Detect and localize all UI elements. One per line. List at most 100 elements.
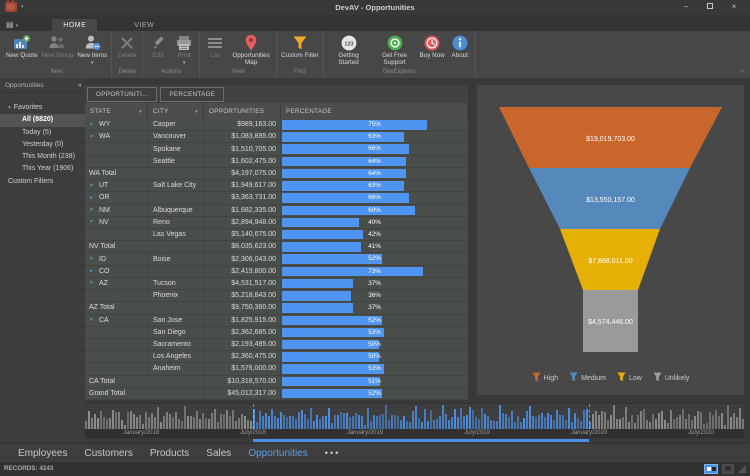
table-row[interactable]: ▾AZTucson$4,531,517.0037%	[85, 278, 468, 290]
spark-bar	[271, 409, 273, 429]
table-row[interactable]: Sacramento$2,193,495.0050%	[85, 339, 468, 351]
table-row[interactable]: Anaheim$1,576,000.0053%	[85, 363, 468, 375]
city-cell: Los Angeles	[148, 351, 204, 362]
chevron-down-icon[interactable]: ▾	[90, 280, 96, 286]
sidebar-item-this-year-1906[interactable]: This Year (1906)	[0, 163, 85, 175]
chevron-down-icon[interactable]: ▾	[90, 183, 96, 189]
getting-started-button[interactable]: 123Getting Started	[326, 31, 372, 67]
ribbon-button-label: New Group	[42, 52, 74, 59]
column-header-state[interactable]: STATE ▼	[85, 103, 148, 119]
spark-bar	[187, 416, 189, 429]
legend-item-low[interactable]: Low	[617, 372, 642, 384]
chevron-right-icon[interactable]: ▸	[90, 268, 96, 274]
ribbon-collapse-icon[interactable]: ^	[741, 70, 744, 76]
ribbon-tab-home[interactable]: HOME	[52, 19, 97, 31]
timeline-range-thumb[interactable]	[253, 439, 589, 442]
chevron-down-icon[interactable]: ▾	[90, 122, 96, 128]
column-header-percentage[interactable]: PERCENTAGE	[281, 103, 468, 119]
nav-item-products[interactable]: Products	[150, 448, 189, 459]
sidebar-item-custom-filters[interactable]: Custom Filters	[0, 176, 85, 188]
table-row[interactable]: ▾WAVancouver$1,083,895.0063%	[85, 131, 468, 143]
sidebar-item-yesterday-0[interactable]: Yesterday (0)	[0, 139, 85, 151]
table-row[interactable]: ▾UTSalt Lake City$1,949,617.0063%	[85, 180, 468, 192]
application-menu-button[interactable]: ▤ ▾	[6, 20, 18, 29]
tab-percentage[interactable]: PERCENTAGE	[160, 87, 224, 102]
legend-item-high[interactable]: High	[532, 372, 558, 384]
city-cell: Sacramento	[148, 339, 204, 350]
table-row[interactable]: ▾CASan Jose$1,825,915.0052%	[85, 315, 468, 327]
table-total-row[interactable]: AZ Total$9,750,360.0037%	[85, 302, 468, 314]
nav-item-employees[interactable]: Employees	[18, 448, 67, 459]
spark-bar	[154, 417, 156, 429]
table-row[interactable]: ▾IDBoise$2,306,043.0052%	[85, 253, 468, 265]
filter-icon[interactable]: ▼	[138, 109, 143, 114]
about-button[interactable]: About	[447, 31, 473, 59]
table-row[interactable]: Phoenix$5,218,843.0036%	[85, 290, 468, 302]
nav-item-sales[interactable]: Sales	[206, 448, 231, 459]
chevron-down-icon[interactable]: ▾	[90, 256, 96, 262]
sidebar-item-this-month-238[interactable]: This Month (238)	[0, 151, 85, 163]
chevron-down-icon[interactable]: ▾	[90, 317, 96, 323]
table-row[interactable]: Spokane$1,510,705.0066%	[85, 143, 468, 155]
sidebar-item-all-8820[interactable]: All (8820)	[0, 114, 85, 126]
get-free-support-button[interactable]: Get Free Support	[372, 31, 418, 67]
resize-grip[interactable]	[738, 465, 746, 473]
opportunities-map-button[interactable]: Opportunities Map	[228, 31, 274, 67]
buy-now-button[interactable]: Buy Now	[418, 31, 447, 59]
table-row[interactable]: San Diego$2,362,685.0053%	[85, 327, 468, 339]
chevron-down-icon[interactable]: ▾	[90, 207, 96, 213]
close-button[interactable]: ×	[722, 0, 746, 15]
legend-item-unlikely[interactable]: Unlikely	[653, 372, 690, 384]
tab-opportunities[interactable]: OPPORTUNITI...	[87, 87, 157, 102]
column-header-city[interactable]: CITY ▼	[148, 103, 204, 119]
table-total-row[interactable]: NV Total$8,035,623.0041%	[85, 241, 468, 253]
sidebar-item-favorites[interactable]: ▾Favorites	[0, 102, 85, 114]
nav-item-customers[interactable]: Customers	[84, 448, 132, 459]
filter-icon[interactable]: ▼	[194, 109, 199, 114]
table-row[interactable]: ▸CO$2,419,800.0073%	[85, 266, 468, 278]
spark-bar	[394, 415, 396, 429]
nav-item-opportunities[interactable]: Opportunities	[248, 448, 307, 459]
sidebar-item-today-5[interactable]: Today (5)	[0, 127, 85, 139]
layout-toggle-icon[interactable]	[722, 464, 734, 474]
legend-item-medium[interactable]: Medium	[569, 372, 606, 384]
table-total-row[interactable]: CA Total$10,318,570.0051%	[85, 376, 468, 388]
spark-bar	[538, 415, 540, 429]
timeline-sparkline[interactable]	[85, 404, 744, 429]
new-items-button[interactable]: New Items▾	[75, 31, 109, 66]
table-row[interactable]: ▸OR$3,363,731.0066%	[85, 192, 468, 204]
collapse-panel-icon[interactable]: ◂	[77, 78, 81, 93]
timeline-label: January/2018	[123, 430, 159, 436]
table-row[interactable]: ▾WYCasper$989,163.0075%	[85, 119, 468, 131]
funnel-icon	[532, 372, 541, 384]
maximize-button[interactable]	[698, 0, 722, 15]
spark-bar	[184, 406, 186, 429]
table-row[interactable]: ▾NMAlbuquerque$1,682,335.0069%	[85, 205, 468, 217]
ribbon-tab-view[interactable]: VIEW	[123, 19, 165, 31]
spark-bar	[376, 416, 378, 429]
table-total-row[interactable]: Grand Total$45,012,317.0052%	[85, 388, 468, 400]
table-total-row[interactable]: WA Total$4,197,075.0064%	[85, 168, 468, 180]
selection-handle[interactable]	[253, 404, 254, 429]
print-button: Print▾	[171, 31, 197, 66]
new-quote-button[interactable]: New Quote	[4, 31, 40, 59]
chevron-down-icon[interactable]: ▾	[90, 134, 96, 140]
table-row[interactable]: Seattle$1,602,475.0064%	[85, 156, 468, 168]
spark-bar	[235, 421, 237, 429]
table-row[interactable]: Los Angeles$2,360,475.0050%	[85, 351, 468, 363]
table-row[interactable]: Las Vegas$5,140,675.0042%	[85, 229, 468, 241]
nav-more-button[interactable]: •••	[325, 448, 340, 458]
favorites-tree: ▾FavoritesAll (8820)Today (5)Yesterday (…	[0, 93, 85, 188]
custom-filter-button[interactable]: Custom Filter	[279, 31, 320, 59]
chevron-right-icon[interactable]: ▸	[90, 195, 96, 201]
selection-handle[interactable]	[589, 404, 590, 429]
minimize-button[interactable]: –	[674, 0, 698, 15]
spark-bar	[181, 421, 183, 429]
layout-toggle-active-icon[interactable]	[704, 464, 718, 474]
spark-bar	[172, 417, 174, 429]
table-row[interactable]: ▾NVReno$2,894,948.0040%	[85, 217, 468, 229]
spark-bar	[610, 415, 612, 429]
timeline-range-control[interactable]: January/2018July/2018January/2019July/20…	[85, 403, 744, 443]
chevron-down-icon[interactable]: ▾	[90, 219, 96, 225]
column-header-opportunities[interactable]: OPPORTUNITIES	[204, 103, 281, 119]
